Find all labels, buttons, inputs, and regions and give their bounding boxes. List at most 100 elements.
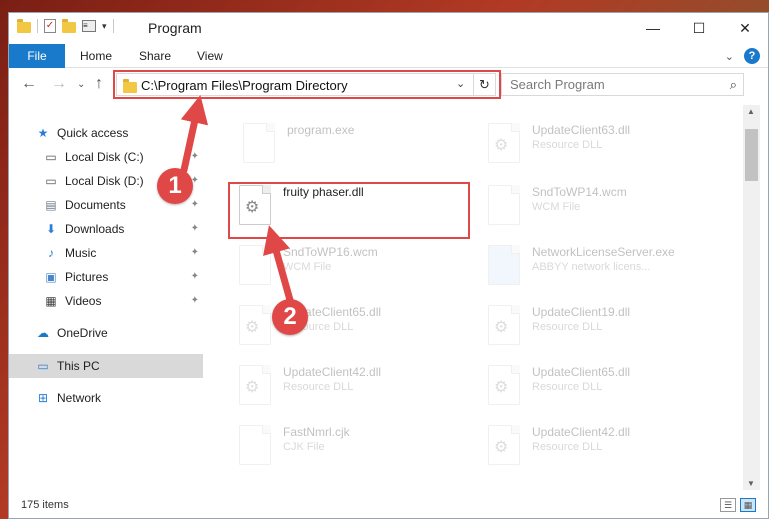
sidebar-item-onedrive[interactable]: ☁ OneDrive — [9, 321, 203, 345]
address-path[interactable]: C:\Program Files\Program Directory — [141, 78, 348, 93]
close-button[interactable]: ✕ — [722, 13, 768, 43]
toolbar-divider — [112, 19, 114, 33]
search-icon[interactable]: ⌕ — [730, 77, 737, 93]
gear-icon: ⚙ — [494, 379, 509, 396]
app-window-icon — [488, 245, 520, 285]
pin-icon[interactable]: ✦ — [191, 151, 199, 162]
list-item-highlighted[interactable]: ⚙ fruity phaser.dll — [231, 181, 471, 233]
sidebar-item-local-disk-c[interactable]: ▭ Local Disk (C:) ✦ — [9, 145, 203, 169]
customize-view-icon[interactable]: ≡ — [82, 20, 96, 32]
list-item[interactable]: ⚙ UpdateClient42.dll Resource DLL — [231, 361, 471, 413]
quick-access-toolbar: ✓ ≡ ▾ — [17, 18, 114, 33]
details-view-icon[interactable]: ☰ — [720, 498, 736, 512]
list-item[interactable]: ⚙ UpdateClient65.dll Resource DLL — [231, 301, 471, 353]
gear-icon: ⚙ — [494, 137, 509, 154]
customize-qat-dropdown-icon[interactable]: ▾ — [102, 21, 107, 32]
pin-icon[interactable]: ✦ — [191, 271, 199, 282]
sidebar-item-label: This PC — [57, 359, 100, 373]
forward-arrow-icon[interactable]: → — [51, 75, 67, 93]
scroll-down-icon[interactable]: ▼ — [747, 479, 755, 488]
list-item[interactable]: NetworkLicenseServer.exe ABBYY network l… — [480, 241, 720, 293]
sidebar-item-downloads[interactable]: ⬇ Downloads ✦ — [9, 217, 203, 241]
expand-ribbon-icon[interactable]: ⌄ — [725, 50, 734, 63]
address-bar[interactable]: C:\Program Files\Program Directory ⌄ ↻ — [116, 73, 496, 96]
file-icon — [488, 185, 520, 225]
file-type: WCM File — [283, 261, 332, 273]
file-name: fruity phaser.dll — [283, 185, 364, 199]
list-item[interactable]: ⚙ UpdateClient19.dll Resource DLL — [480, 301, 720, 353]
help-icon[interactable]: ? — [744, 48, 760, 64]
sidebar-item-label: Network — [57, 391, 102, 405]
file-name: SndToWP14.wcm — [532, 185, 627, 199]
tab-home[interactable]: Home — [80, 44, 112, 68]
list-item[interactable]: FastNmrl.cjk CJK File — [231, 421, 471, 473]
sidebar-item-this-pc[interactable]: ▭ This PC — [9, 354, 203, 378]
pin-icon[interactable]: ✦ — [191, 223, 199, 234]
back-arrow-icon[interactable]: ← — [21, 75, 37, 93]
file-icon — [239, 245, 271, 285]
sidebar-item-music[interactable]: ♪ Music ✦ — [9, 241, 203, 265]
sidebar-item-label: Downloads — [65, 222, 125, 236]
pin-icon[interactable]: ✦ — [191, 199, 199, 210]
computer-icon: ▭ — [37, 359, 49, 373]
sidebar-item-videos[interactable]: ▦ Videos ✦ — [9, 289, 203, 313]
list-item[interactable]: SndToWP14.wcm WCM File — [480, 181, 720, 233]
large-icons-view-icon[interactable]: ▦ — [740, 498, 756, 512]
list-item[interactable]: ⚙ UpdateClient63.dll Resource DLL — [480, 119, 720, 171]
status-bar: 175 items ☰ ▦ — [9, 490, 768, 518]
tab-share[interactable]: Share — [139, 44, 171, 68]
list-item[interactable]: ⚙ UpdateClient65.dll Resource DLL — [480, 361, 720, 413]
ribbon-right-controls: ⌄ ? — [725, 48, 760, 64]
scrollbar-thumb[interactable] — [745, 129, 758, 181]
navigation-pane: ★ Quick access ▭ Local Disk (C:) ✦ ▭ Loc… — [9, 105, 205, 490]
sidebar-item-quick-access[interactable]: ★ Quick access — [9, 121, 203, 145]
sidebar-item-label: Local Disk (C:) — [65, 150, 144, 164]
list-item[interactable]: ⚙ UpdateClient42.dll Resource DLL — [480, 421, 720, 473]
window-controls: — ☐ ✕ — [630, 13, 768, 43]
file-name: UpdateClient42.dll — [532, 425, 631, 439]
download-icon: ⬇ — [45, 222, 57, 236]
list-item[interactable]: SndToWP16.wcm WCM File — [231, 241, 471, 293]
search-box[interactable]: ⌕ — [501, 73, 744, 96]
folder-icon — [17, 18, 31, 33]
toolbar-divider — [37, 19, 38, 33]
gear-icon: ⚙ — [245, 319, 260, 336]
sidebar-item-label: Quick access — [57, 126, 129, 140]
sidebar-item-label: Pictures — [65, 270, 109, 284]
refresh-icon[interactable]: ↻ — [473, 74, 495, 95]
recent-locations-dropdown-icon[interactable]: ⌄ — [77, 79, 85, 90]
new-folder-icon[interactable] — [62, 18, 76, 33]
file-list: program.exe ⚙ UpdateClient63.dll Resourc… — [205, 105, 743, 490]
file-type: ABBYY network licens... — [532, 261, 651, 273]
title-bar: ✓ ≡ ▾ Program — ☐ ✕ — [9, 13, 768, 44]
sidebar-item-pictures[interactable]: ▣ Pictures ✦ — [9, 265, 203, 289]
sidebar-item-network[interactable]: ⊞ Network — [9, 386, 203, 410]
vertical-scrollbar[interactable]: ▲ ▼ — [743, 105, 760, 490]
explorer-window: ✓ ≡ ▾ Program — ☐ ✕ File Home Share View… — [8, 12, 769, 519]
scroll-up-icon[interactable]: ▲ — [747, 107, 755, 116]
music-icon: ♪ — [48, 246, 54, 260]
tab-view[interactable]: View — [197, 44, 223, 68]
pin-icon[interactable]: ✦ — [191, 247, 199, 258]
tab-file[interactable]: File — [9, 44, 65, 68]
file-name: FastNmrl.cjk — [283, 425, 350, 439]
minimize-button[interactable]: — — [630, 13, 676, 43]
maximize-button[interactable]: ☐ — [676, 13, 722, 43]
sidebar-item-label: OneDrive — [57, 326, 108, 340]
navigation-bar: ← → ⌄ ↑ C:\Program Files\Program Directo… — [9, 69, 768, 101]
window-title: Program — [148, 20, 202, 36]
list-item[interactable]: program.exe — [235, 119, 475, 171]
file-name: UpdateClient42.dll — [283, 365, 382, 379]
search-input[interactable] — [502, 74, 712, 95]
up-arrow-icon[interactable]: ↑ — [95, 75, 103, 93]
pin-icon[interactable]: ✦ — [191, 295, 199, 306]
address-dropdown-icon[interactable]: ⌄ — [456, 77, 465, 90]
pictures-icon: ▣ — [45, 270, 57, 284]
drive-icon: ▭ — [45, 174, 57, 188]
properties-check-icon[interactable]: ✓ — [44, 19, 56, 33]
file-icon — [243, 123, 275, 163]
file-type: Resource DLL — [283, 381, 354, 393]
file-name: UpdateClient65.dll — [532, 365, 631, 379]
callout-badge-1: 1 — [157, 168, 193, 204]
file-name: UpdateClient19.dll — [532, 305, 631, 319]
